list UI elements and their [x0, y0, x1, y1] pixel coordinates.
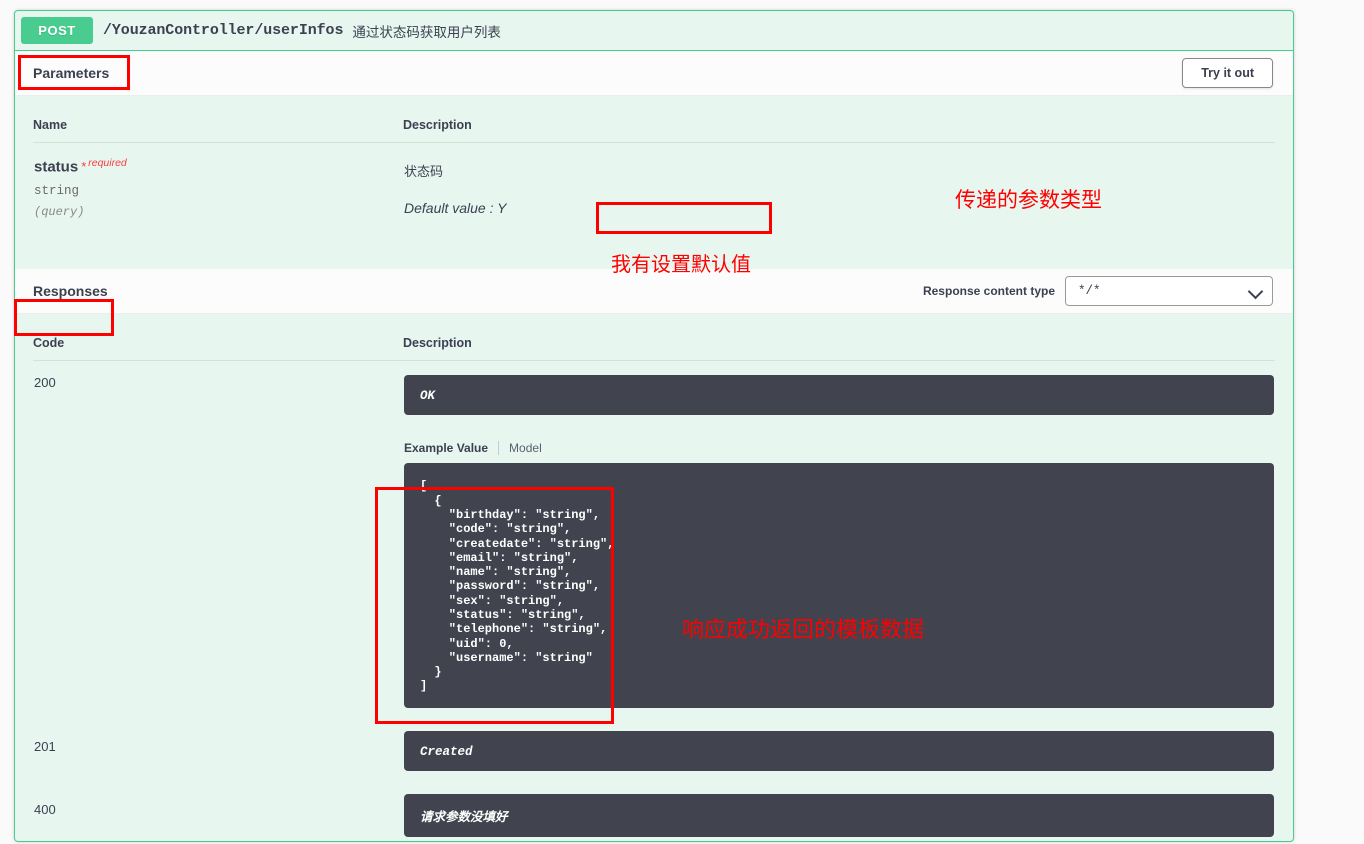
- operation-block: POST /YouzanController/userInfos 通过状态码获取…: [14, 10, 1294, 842]
- response-content-type-select[interactable]: */*: [1065, 276, 1273, 307]
- parameter-name: status: [34, 158, 79, 176]
- chevron-down-icon: [1247, 284, 1264, 300]
- parameter-location: (query): [34, 205, 85, 220]
- responses-title: Responses: [33, 283, 108, 300]
- response-message: 请求参数没填好: [420, 810, 508, 825]
- parameters-table: Name Description status * required string …: [33, 96, 1275, 220]
- response-code: 200: [34, 375, 56, 391]
- response-code: 201: [34, 738, 56, 754]
- parameter-type: string: [34, 184, 80, 199]
- parameter-description-cell: 状态码 Default value : Y: [403, 143, 1275, 221]
- parameters-col-description: Description: [403, 96, 1275, 143]
- operation-summary-text: 通过状态码获取用户列表: [352, 24, 501, 40]
- try-it-out-button[interactable]: Try it out: [1182, 58, 1273, 88]
- response-content-type-wrap: Response content type */*: [922, 276, 1273, 307]
- operation-summary-bar[interactable]: POST /YouzanController/userInfos 通过状态码获取…: [15, 11, 1293, 51]
- table-row: status * required string (query) 状态码 Defau…: [33, 143, 1275, 221]
- response-message: OK: [420, 389, 436, 404]
- response-content-type-label: Response content type: [922, 284, 1055, 299]
- responses-table-wrap: Code Description 200 OK Example Value Mo…: [15, 314, 1293, 837]
- parameter-default-value: Default value : Y: [404, 200, 507, 216]
- response-message-block: Created: [404, 730, 1274, 771]
- table-row: 200 OK Example Value Model [ { "birthday…: [33, 361, 1275, 709]
- responses-col-description: Description: [403, 314, 1275, 362]
- example-value-block: [ { "birthday": "string", "code": "strin…: [404, 463, 1274, 708]
- responses-table-header-row: Code Description: [33, 314, 1275, 362]
- response-content-type-value: */*: [1078, 284, 1101, 299]
- http-method-badge: POST: [21, 17, 93, 44]
- response-message-block: OK: [404, 375, 1274, 416]
- response-description-cell: 请求参数没填好: [403, 772, 1275, 838]
- operation-path: /YouzanController/userInfos: [103, 22, 344, 39]
- response-code: 400: [34, 801, 56, 817]
- responses-section-header: Responses Response content type */*: [15, 269, 1293, 315]
- parameters-col-name: Name: [33, 96, 403, 143]
- example-value-tabs: Example Value Model: [404, 441, 1274, 456]
- response-message: Created: [420, 744, 473, 759]
- table-row: 201 Created: [33, 709, 1275, 772]
- required-label: required: [88, 157, 127, 169]
- response-description-cell: Created: [403, 709, 1275, 772]
- swagger-ui-page: POST /YouzanController/userInfos 通过状态码获取…: [0, 0, 1364, 844]
- responses-col-code: Code: [33, 314, 403, 362]
- parameters-table-header-row: Name Description: [33, 96, 1275, 143]
- parameter-name-cell: status * required string (query): [33, 143, 403, 221]
- parameter-description: 状态码: [404, 164, 444, 179]
- response-message-block: 请求参数没填好: [404, 793, 1274, 837]
- parameters-section-header: Parameters Try it out: [15, 51, 1293, 96]
- responses-table: Code Description 200 OK Example Value Mo…: [33, 314, 1275, 837]
- response-description-cell: OK Example Value Model [ { "birthday": "…: [403, 361, 1275, 709]
- parameters-title: Parameters: [33, 65, 110, 81]
- example-value-json: [ { "birthday": "string", "code": "strin…: [420, 479, 615, 694]
- table-row: 400 请求参数没填好: [33, 772, 1275, 838]
- parameters-table-wrap: Name Description status * required string …: [15, 96, 1293, 220]
- tab-model[interactable]: Model: [498, 441, 542, 456]
- tab-example-value[interactable]: Example Value: [404, 441, 488, 455]
